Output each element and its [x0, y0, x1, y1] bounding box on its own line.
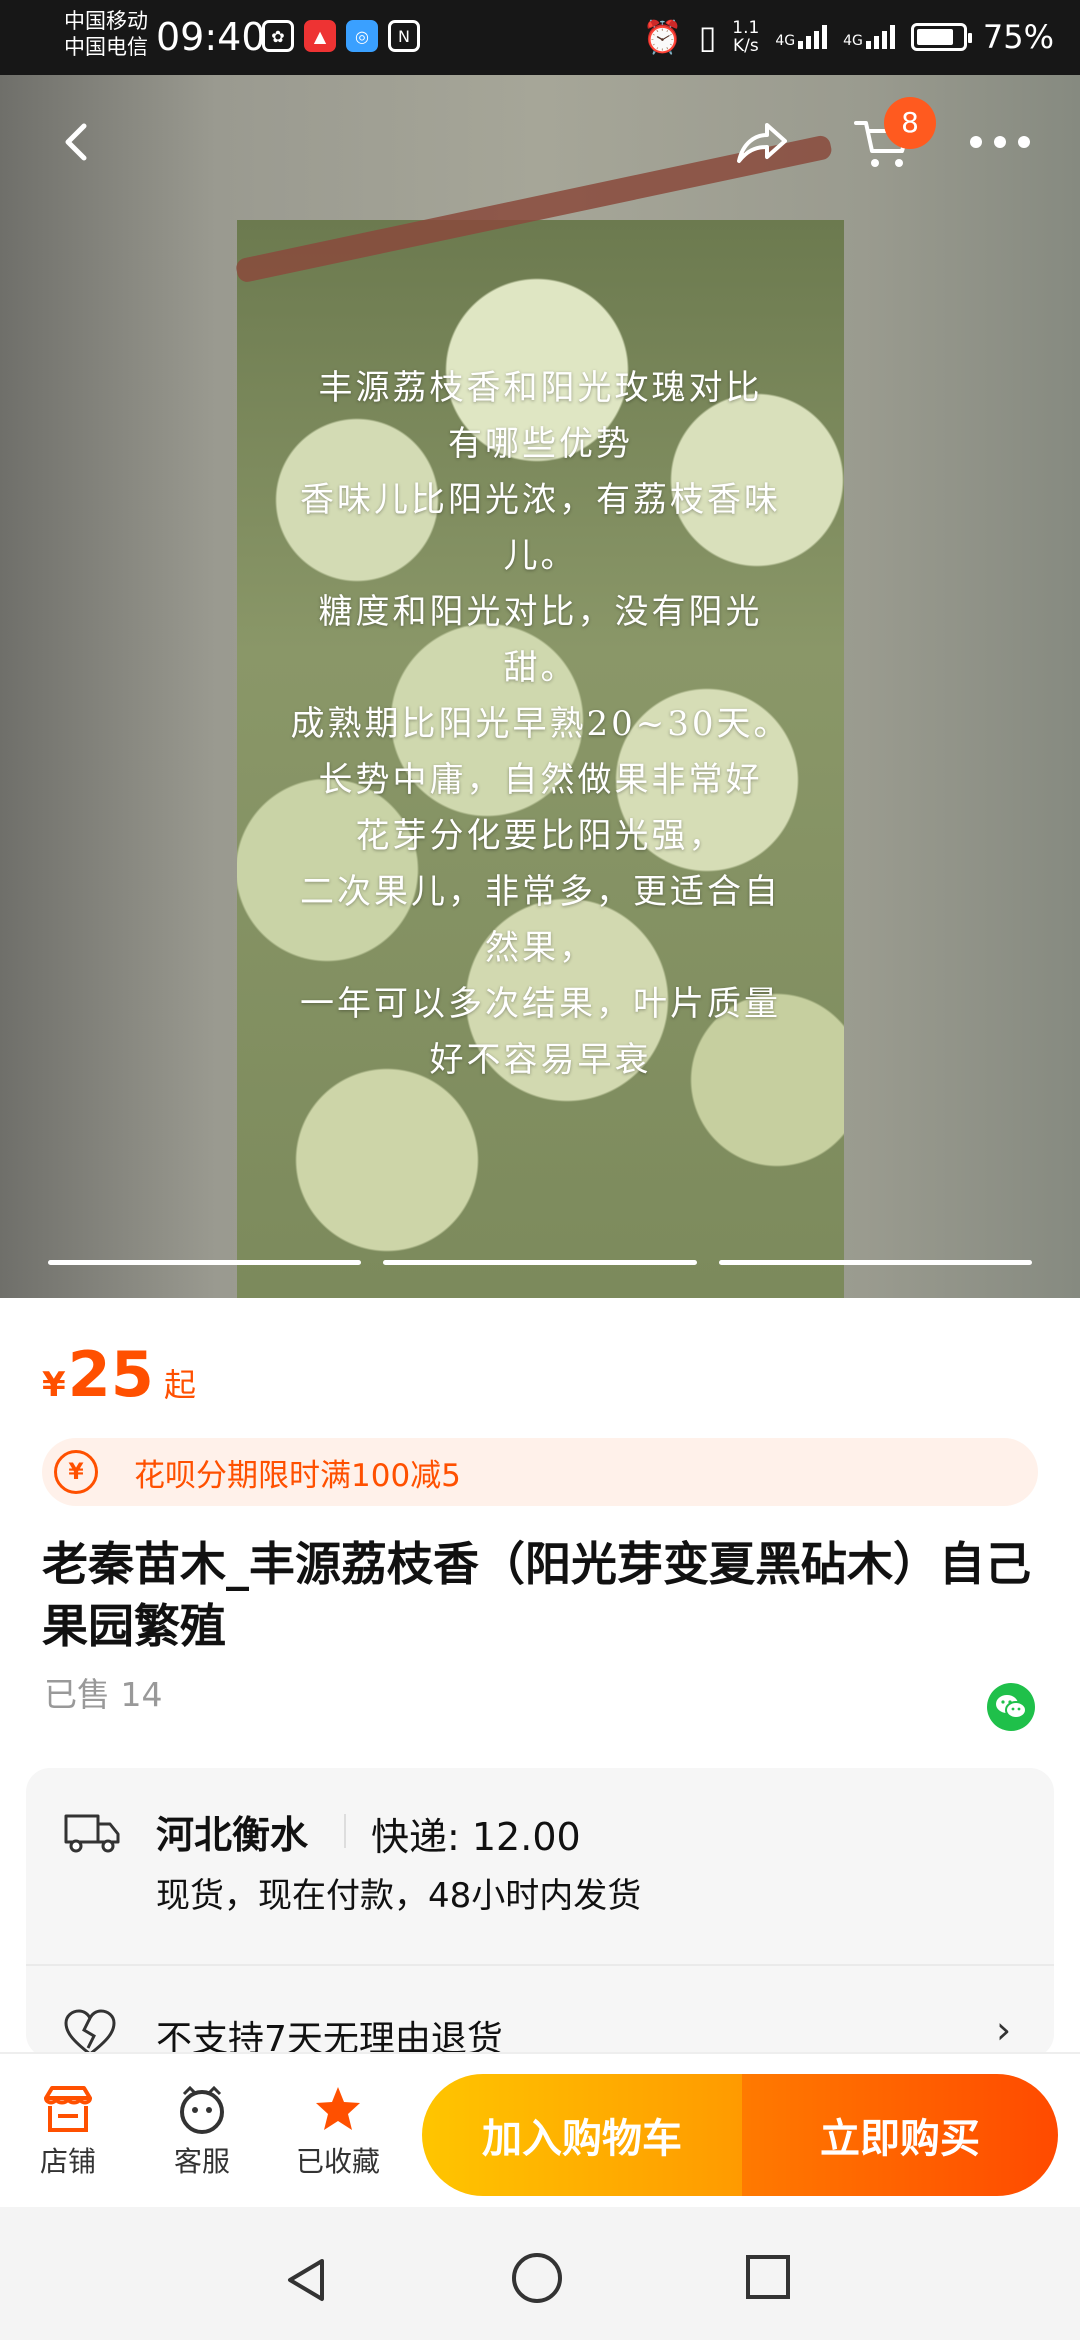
carrier-1: 中国移动: [64, 9, 148, 33]
store-label: 店铺: [39, 2145, 96, 2178]
delivery-truck-icon: [64, 1814, 120, 1853]
indicator-1: [48, 1260, 362, 1265]
gallery-indicators: [48, 1260, 1032, 1265]
divider: [344, 1814, 346, 1848]
add-to-cart-button[interactable]: 加入购物车: [422, 2074, 742, 2196]
store-icon: [44, 2086, 92, 2132]
promo-text: 花呗分期限时满100减5: [134, 1457, 461, 1494]
wechat-icon: [996, 1695, 1027, 1719]
share-icon: [737, 123, 787, 163]
indicator-3: [718, 1260, 1032, 1265]
share-button[interactable]: [733, 117, 789, 167]
indicator-2: [383, 1260, 697, 1265]
signal-icon-2: 4G: [843, 25, 895, 49]
service-label: 客服: [173, 2145, 230, 2178]
nav-back-icon[interactable]: [282, 2255, 332, 2305]
currency-symbol: ¥: [42, 1365, 66, 1405]
status-bar: 中国移动 中国电信 09:40 ✿ ▲ ◎ N ⏰ ▯ 1.1 K/s 4G 4…: [0, 0, 1080, 75]
wechat-share-button[interactable]: [987, 1683, 1035, 1731]
vibrate-icon: ▯: [698, 18, 717, 56]
battery-icon: [910, 23, 972, 51]
notification-icons: ✿ ▲ ◎ N: [262, 20, 420, 52]
battery-percent: 75%: [982, 18, 1054, 56]
status-indicators: ⏰ ▯ 1.1 K/s 4G 4G 75%: [643, 18, 1054, 56]
favorite-button[interactable]: 已收藏: [288, 2084, 388, 2180]
promo-banner[interactable]: ¥ 花呗分期限时满100减5: [42, 1438, 1038, 1506]
system-navigation-bar: [0, 2207, 1080, 2340]
express-fee: 快递: 12.00: [371, 1815, 581, 1859]
heart-broken-icon: [64, 2009, 116, 2056]
ship-origin: 河北衡水: [156, 1813, 309, 1857]
star-icon: [316, 2087, 360, 2130]
nav-recent-apps-icon[interactable]: [746, 2255, 790, 2299]
status-time: 09:40: [156, 15, 266, 59]
customer-service-button[interactable]: 客服: [152, 2084, 252, 2180]
wechat-notification-icon: ✿: [262, 20, 294, 52]
chevron-right-icon[interactable]: ›: [996, 2008, 1011, 2052]
more-icon: [970, 136, 1030, 148]
price: ¥ 25 起: [42, 1338, 196, 1411]
service-face-icon: [180, 2085, 224, 2134]
dispatch-info: 现货，现在付款，48小时内发货: [156, 1876, 642, 1916]
bottom-action-bar: 店铺 客服 已收藏 加入购物车 立即购买: [0, 2052, 1080, 2207]
nfc-icon: N: [388, 20, 420, 52]
cart-count-badge: 8: [884, 97, 936, 149]
back-button[interactable]: [56, 120, 100, 164]
signal-icon-1: 4G: [775, 25, 828, 49]
price-value: 25: [67, 1338, 154, 1411]
carrier-2: 中国电信: [64, 35, 148, 59]
buy-now-button[interactable]: 立即购买: [742, 2074, 1058, 2196]
shipping-card[interactable]: 河北衡水 快递: 12.00 现货，现在付款，48小时内发货 不支持7天无理由退…: [26, 1768, 1054, 2060]
product-photo[interactable]: 丰源荔枝香和阳光玫瑰对比 有哪些优势 香味儿比阳光浓，有荔枝香味 儿。 糖度和阳…: [234, 134, 844, 1298]
product-gallery[interactable]: 丰源荔枝香和阳光玫瑰对比 有哪些优势 香味儿比阳光浓，有荔枝香味 儿。 糖度和阳…: [0, 75, 1080, 1298]
product-title: 老秦苗木_丰源荔枝香（阳光芽变夏黑砧木）自己果园繁殖: [42, 1537, 1031, 1653]
sold-count: 已售 14: [44, 1675, 163, 1714]
chevron-left-icon: [65, 123, 87, 161]
yuan-coin-icon: ¥: [54, 1450, 98, 1494]
carrier-labels: 中国移动 中国电信: [64, 8, 148, 60]
app-notification-icon: ▲: [304, 20, 336, 52]
chat-notification-icon: ◎: [346, 20, 378, 52]
photo-caption: 丰源荔枝香和阳光玫瑰对比 有哪些优势 香味儿比阳光浓，有荔枝香味 儿。 糖度和阳…: [290, 368, 791, 1080]
price-suffix: 起: [163, 1366, 196, 1404]
net-speed: 1.1 K/s: [732, 18, 760, 56]
more-button[interactable]: [968, 127, 1032, 157]
divider: [26, 1964, 1054, 1966]
alarm-icon: ⏰: [642, 18, 683, 56]
store-button[interactable]: 店铺: [18, 2084, 118, 2180]
favorite-label: 已收藏: [295, 2145, 380, 2178]
nav-home-icon[interactable]: [512, 2253, 562, 2303]
